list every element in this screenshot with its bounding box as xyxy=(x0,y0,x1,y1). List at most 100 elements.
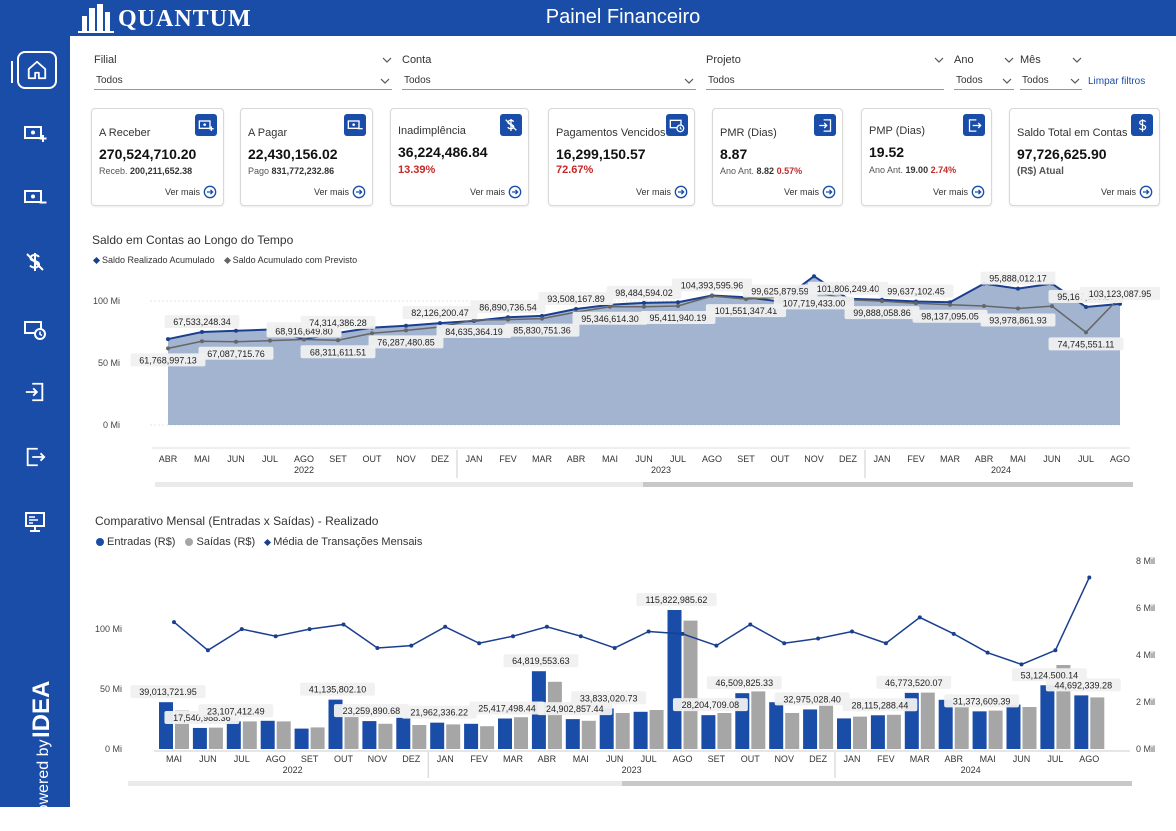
legend-item[interactable]: Saídas (R$) xyxy=(185,536,255,548)
x-tick-label: OUT xyxy=(334,754,354,764)
legend-item[interactable]: Entradas (R$) xyxy=(96,536,175,548)
bar-entradas xyxy=(701,715,716,749)
point-media xyxy=(307,627,312,632)
point-media xyxy=(443,624,448,629)
bar-saidas xyxy=(514,717,528,749)
filter-filial-select[interactable]: Todos xyxy=(94,72,392,90)
bar-saidas xyxy=(853,716,867,749)
see-more-link[interactable]: Ver mais xyxy=(1101,185,1153,199)
kpi-card-saldo-total[interactable]: Saldo Total em Contas 97,726,625.90 (R$)… xyxy=(1009,108,1160,206)
card-action-button[interactable] xyxy=(195,114,217,136)
x-tick-label: OUT xyxy=(771,454,791,464)
scrollbar-thumb[interactable] xyxy=(622,781,1132,786)
arrow-circle-right-icon xyxy=(1139,185,1153,199)
x-tick-label: MAI xyxy=(166,754,182,764)
see-more-link[interactable]: Ver mais xyxy=(470,185,522,199)
presentation-icon xyxy=(25,512,45,532)
comparativo-chart-scrollbar[interactable] xyxy=(128,781,1132,786)
card-action-button[interactable] xyxy=(344,114,366,136)
point-previsto xyxy=(676,303,680,308)
sidebar-item-payables[interactable] xyxy=(13,178,57,216)
sidebar-item-pmp[interactable] xyxy=(13,438,57,476)
card-action-button[interactable] xyxy=(500,114,522,136)
card-value: 19.52 xyxy=(869,144,905,160)
kpi-card-pagamentos-vencidos[interactable]: Pagamentos Vencidos 16,299,150.57 72.67%… xyxy=(548,108,695,206)
scrollbar-thumb[interactable] xyxy=(643,482,1133,487)
filter-ano-select[interactable]: Todos xyxy=(954,72,1014,90)
bar-entradas xyxy=(294,728,309,749)
card-percentage: 13.39% xyxy=(398,164,436,176)
point-media xyxy=(341,622,346,627)
chevron-down-icon[interactable] xyxy=(934,55,944,65)
bar-saidas xyxy=(547,681,562,749)
kpi-card-receber[interactable]: A Receber 270,524,710.20 Receb. 200,211,… xyxy=(91,108,224,206)
legend-item[interactable]: Saldo Realizado Acumulado xyxy=(92,255,215,265)
point-previsto xyxy=(642,304,646,309)
sidebar-item-pmr[interactable] xyxy=(13,373,57,411)
point-media xyxy=(273,634,278,639)
bar-saidas xyxy=(310,727,325,749)
bar-entradas xyxy=(396,717,411,749)
point-media xyxy=(205,648,210,653)
x-tick-label: JUL xyxy=(234,754,250,764)
x-tick-label: JUN xyxy=(199,754,217,764)
card-value: 270,524,710.20 xyxy=(99,146,197,162)
chevron-down-icon[interactable] xyxy=(1004,55,1014,65)
legend-item[interactable]: Média de Transações Mensais xyxy=(264,536,422,548)
filter-mes-select[interactable]: Todos xyxy=(1020,72,1082,90)
point-previsto xyxy=(1050,304,1054,309)
page-title: Painel Financeiro xyxy=(545,6,701,28)
kpi-card-pmr[interactable]: PMR (Dias) 8.87 Ano Ant. 8.82 0.57% Ver … xyxy=(712,108,843,206)
point-media xyxy=(951,631,956,636)
point-realizado xyxy=(200,330,204,334)
x-tick-label: DEZ xyxy=(431,454,450,464)
see-more-link[interactable]: Ver mais xyxy=(784,185,836,199)
point-media xyxy=(511,634,515,639)
card-action-button[interactable] xyxy=(1131,114,1153,136)
point-previsto xyxy=(370,331,374,336)
x-tick-label: FEV xyxy=(877,754,895,764)
see-more-link[interactable]: Ver mais xyxy=(165,185,217,199)
chevron-down-icon[interactable] xyxy=(1072,55,1082,65)
sidebar-item-home[interactable] xyxy=(11,51,57,89)
y-tick-label: 100 Mi xyxy=(95,624,122,634)
legend-item[interactable]: Saldo Acumulado com Previsto xyxy=(223,255,357,265)
card-action-button[interactable] xyxy=(666,114,688,136)
point-media xyxy=(782,641,787,646)
kpi-card-pmp[interactable]: PMP (Dias) 19.52 Ano Ant. 19.00 2.74% Ve… xyxy=(861,108,992,206)
sidebar-item-reports[interactable] xyxy=(13,503,57,541)
x-tick-label: AGO xyxy=(702,454,722,464)
card-title: PMP (Dias) xyxy=(869,125,926,137)
x-tick-label: AGO xyxy=(294,454,314,464)
filter-projeto-select[interactable]: Todos xyxy=(706,72,944,90)
point-media xyxy=(172,620,176,625)
card-value: 97,726,625.90 xyxy=(1017,146,1107,162)
bar-entradas xyxy=(464,723,479,749)
clear-filters-link[interactable]: Limpar filtros xyxy=(1088,76,1145,87)
idea-brand-text: IDEA xyxy=(28,681,55,738)
point-realizado xyxy=(1016,286,1020,291)
kpi-card-pagar[interactable]: A Pagar 22,430,156.02 Pago 831,772,232.8… xyxy=(240,108,373,206)
kpi-card-inadimplencia[interactable]: Inadimplência 36,224,486.84 13.39% Ver m… xyxy=(390,108,529,206)
card-action-button[interactable] xyxy=(814,114,836,136)
point-media xyxy=(612,645,617,650)
y2-tick-label: 4 Mil xyxy=(1136,650,1155,660)
filter-conta-select[interactable]: Todos xyxy=(402,72,696,90)
sidebar-item-receivables[interactable] xyxy=(13,114,57,152)
point-previsto xyxy=(948,302,952,307)
x-tick-label: JUN xyxy=(606,754,624,764)
card-action-button[interactable] xyxy=(963,114,985,136)
filter-projeto: Projeto Todos xyxy=(706,52,944,90)
money-in-icon xyxy=(198,120,214,131)
data-label: 46,509,825.33 xyxy=(716,678,774,688)
see-more-link[interactable]: Ver mais xyxy=(933,185,985,199)
see-more-link[interactable]: Ver mais xyxy=(314,185,366,199)
filter-filial: Filial Todos xyxy=(94,52,392,90)
sidebar-item-overdue[interactable] xyxy=(13,310,57,348)
x-tick-label: MAI xyxy=(602,454,618,464)
saldo-chart-scrollbar[interactable] xyxy=(155,482,1133,487)
see-more-link[interactable]: Ver mais xyxy=(636,185,688,199)
money-clock-icon xyxy=(669,119,685,133)
chevron-down-icon[interactable] xyxy=(382,55,392,65)
sidebar-item-defaults[interactable] xyxy=(13,243,57,281)
